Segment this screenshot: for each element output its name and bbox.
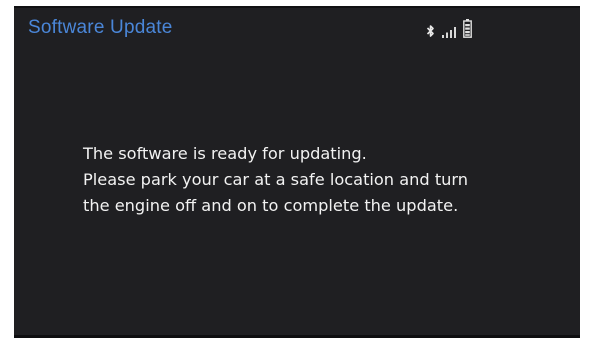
- update-message: The software is ready for updating. Plea…: [83, 141, 563, 219]
- screen-title: Software Update: [28, 17, 173, 38]
- message-line: The software is ready for updating.: [83, 144, 367, 163]
- signal-strength-icon: [442, 26, 456, 38]
- header-bar: Software Update: [14, 8, 580, 50]
- page: Software Update The software is ready fo…: [0, 0, 596, 349]
- display-screen: Software Update The software is ready fo…: [14, 6, 580, 338]
- message-line: the engine off and on to complete the up…: [83, 196, 459, 215]
- status-icons: [426, 16, 472, 38]
- bluetooth-icon: [426, 24, 435, 38]
- message-line: Please park your car at a safe location …: [83, 170, 469, 189]
- battery-icon: [463, 19, 472, 38]
